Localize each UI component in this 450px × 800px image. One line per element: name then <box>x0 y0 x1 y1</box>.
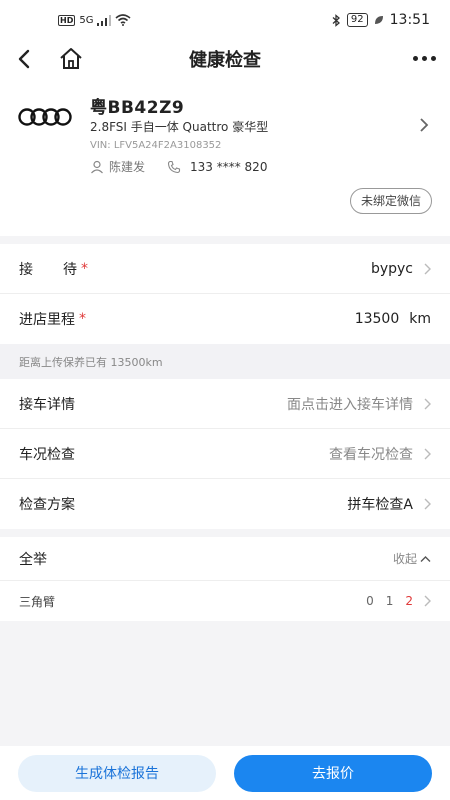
chevron-right-icon <box>424 398 431 409</box>
chevron-up-icon <box>420 555 431 562</box>
inspection-plan-row[interactable]: 检查方案 拼车检查A <box>0 479 450 529</box>
chevron-right-icon <box>420 118 429 132</box>
back-icon[interactable] <box>14 46 36 72</box>
bluetooth-icon <box>332 13 340 27</box>
mileage-unit: km <box>409 311 431 327</box>
mileage-value[interactable]: 13500 <box>355 311 400 327</box>
owner-name: 陈建发 <box>109 160 146 174</box>
check-group-title: 全举 <box>19 551 47 568</box>
chevron-right-icon <box>424 448 431 459</box>
count-problem: 2 <box>405 594 413 608</box>
collapse-button[interactable]: 收起 <box>393 550 431 567</box>
bottom-action-bar: 生成体检报告 去报价 <box>0 746 450 800</box>
leaf-icon <box>374 16 383 24</box>
reception-row[interactable]: 接 待 * bypyc <box>0 244 450 294</box>
reception-section: 接 待 * bypyc 进店里程 * 13500 km <box>0 244 450 344</box>
check-item-row[interactable]: 三角臂 0 1 2 <box>0 581 450 621</box>
required-mark: * <box>81 260 88 277</box>
chevron-right-icon <box>424 595 431 607</box>
pickup-details-value: 面点击进入接车详情 <box>287 396 413 413</box>
quote-button[interactable]: 去报价 <box>234 754 432 792</box>
divider <box>0 529 450 537</box>
pickup-details-label: 接车详情 <box>19 396 75 413</box>
more-menu-icon[interactable] <box>410 48 438 68</box>
reception-label-a: 接 <box>19 261 33 278</box>
reception-label-b: 待 <box>63 261 77 278</box>
vehicle-card[interactable]: 粤BB42Z9 2.8FSI 手自一体 Quattro 豪华型 VIN: LFV… <box>0 78 450 236</box>
mileage-label: 进店里程 <box>19 312 75 328</box>
owner-info: 陈建发 133 **** 820 <box>90 158 267 175</box>
check-item-name: 三角臂 <box>19 594 56 609</box>
count-warning: 1 <box>385 594 394 608</box>
chevron-right-icon <box>424 263 431 274</box>
owner-phone[interactable]: 133 **** 820 <box>190 160 267 174</box>
generate-report-button[interactable]: 生成体检报告 <box>18 754 216 792</box>
clock: 13:51 <box>389 12 430 28</box>
license-plate: 粤BB42Z9 <box>90 98 185 118</box>
inspection-section: 接车详情 面点击进入接车详情 车况检查 查看车况检查 检查方案 拼车检查A <box>0 379 450 529</box>
vehicle-check-row[interactable]: 车况检查 查看车况检查 <box>0 429 450 479</box>
mileage-row[interactable]: 进店里程 * 13500 km <box>0 294 450 344</box>
status-bar: HD 5G 92 13:51 <box>0 0 450 40</box>
reception-label: 接 待 <box>19 259 77 279</box>
hd-indicator: HD <box>58 14 76 26</box>
check-group: 全举 收起 三角臂 0 1 2 <box>0 537 450 621</box>
status-left: HD 5G <box>58 14 131 26</box>
audi-logo-icon <box>18 108 72 126</box>
chevron-right-icon <box>424 498 431 510</box>
vin-number: VIN: LFV5A24F2A3108352 <box>90 140 222 151</box>
reception-value: bypyc <box>370 260 413 277</box>
required-mark: * <box>79 311 86 327</box>
person-icon <box>91 160 103 173</box>
vehicle-check-value: 查看车况检查 <box>329 446 413 463</box>
inspection-plan-value: 拼车检查A <box>347 497 413 513</box>
signal-icon <box>97 14 112 26</box>
inspection-plan-label: 检查方案 <box>19 497 75 513</box>
divider <box>0 236 450 244</box>
vehicle-model: 2.8FSI 手自一体 Quattro 豪华型 <box>90 120 269 134</box>
check-item-counts: 0 1 2 <box>366 594 413 608</box>
battery-icon: 92 <box>346 13 368 27</box>
pickup-details-row[interactable]: 接车详情 面点击进入接车详情 <box>0 379 450 429</box>
check-group-header: 全举 收起 <box>0 537 450 581</box>
network-indicator: 5G <box>79 14 94 26</box>
bind-wechat-button[interactable]: 未绑定微信 <box>349 188 432 214</box>
vehicle-check-label: 车况检查 <box>19 446 75 463</box>
status-right: 92 13:51 <box>332 12 430 28</box>
mileage-value-wrap: 13500 km <box>86 311 431 327</box>
wifi-icon <box>115 14 131 26</box>
home-icon[interactable] <box>58 46 84 72</box>
collapse-label: 收起 <box>392 552 417 566</box>
phone-icon[interactable] <box>167 160 181 174</box>
nav-bar: 健康检查 <box>0 40 450 78</box>
count-normal: 0 <box>366 594 374 608</box>
maintenance-note: 距离上传保养已有 13500km <box>0 344 450 379</box>
